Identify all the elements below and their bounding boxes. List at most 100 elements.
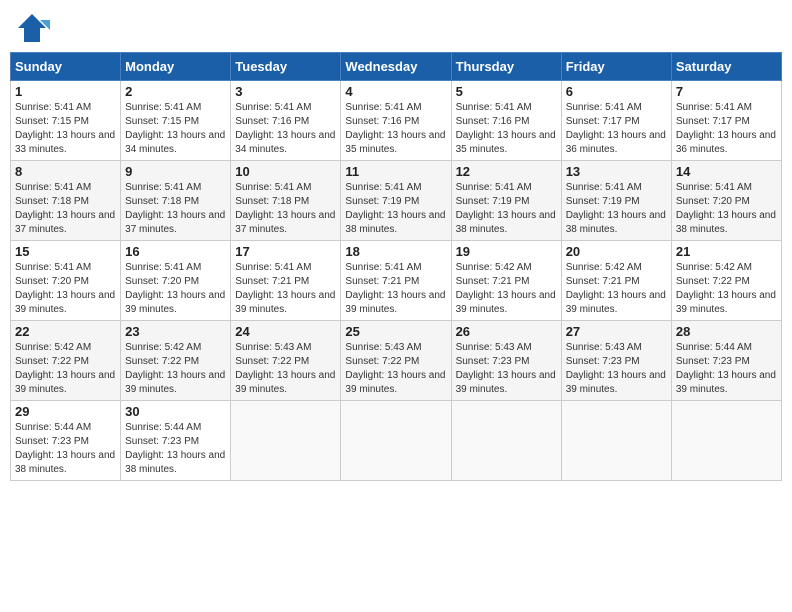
day-info: Sunrise: 5:43 AMSunset: 7:22 PMDaylight:… <box>345 341 446 397</box>
calendar-cell: 6Sunrise: 5:41 AMSunset: 7:17 PMDaylight… <box>561 81 671 161</box>
calendar-cell: 13Sunrise: 5:41 AMSunset: 7:19 PMDayligh… <box>561 161 671 241</box>
day-number: 5 <box>456 84 557 99</box>
day-number: 1 <box>15 84 116 99</box>
day-info: Sunrise: 5:41 AMSunset: 7:15 PMDaylight:… <box>15 101 116 157</box>
calendar-week-3: 15 Sunrise: 5:41 AMSunset: 7:20 PMDayligh… <box>11 241 782 321</box>
weekday-wednesday: Wednesday <box>341 53 451 81</box>
day-number: 8 <box>15 164 116 179</box>
day-number: 23 <box>125 324 226 339</box>
calendar-cell: 16 Sunrise: 5:41 AMSunset: 7:20 PMDayligh… <box>121 241 231 321</box>
day-number: 30 <box>125 404 226 419</box>
calendar-week-5: 29 Sunrise: 5:44 AMSunset: 7:23 PMDayligh… <box>11 401 782 481</box>
calendar-week-2: 8 Sunrise: 5:41 AMSunset: 7:18 PMDaylight… <box>11 161 782 241</box>
weekday-sunday: Sunday <box>11 53 121 81</box>
day-number: 24 <box>235 324 336 339</box>
calendar-cell <box>671 401 781 481</box>
weekday-friday: Friday <box>561 53 671 81</box>
day-number: 29 <box>15 404 116 419</box>
day-info: Sunrise: 5:41 AMSunset: 7:16 PMDaylight:… <box>235 101 336 157</box>
day-info: Sunrise: 5:41 AMSunset: 7:18 PMDaylight:… <box>125 181 226 237</box>
day-info: Sunrise: 5:41 AMSunset: 7:16 PMDaylight:… <box>456 101 557 157</box>
day-info: Sunrise: 5:42 AMSunset: 7:22 PMDaylight:… <box>676 261 777 317</box>
day-number: 20 <box>566 244 667 259</box>
calendar-cell: 20 Sunrise: 5:42 AMSunset: 7:21 PMDayligh… <box>561 241 671 321</box>
page-header <box>10 10 782 46</box>
day-info: Sunrise: 5:42 AMSunset: 7:21 PMDaylight:… <box>566 261 667 317</box>
day-info: Sunrise: 5:42 AMSunset: 7:22 PMDaylight:… <box>15 341 116 397</box>
calendar-cell <box>341 401 451 481</box>
calendar-cell: 11 Sunrise: 5:41 AMSunset: 7:19 PMDayligh… <box>341 161 451 241</box>
calendar-cell: 19 Sunrise: 5:42 AMSunset: 7:21 PMDayligh… <box>451 241 561 321</box>
day-number: 16 <box>125 244 226 259</box>
calendar-cell: 1 Sunrise: 5:41 AMSunset: 7:15 PMDaylight… <box>11 81 121 161</box>
day-number: 15 <box>15 244 116 259</box>
weekday-tuesday: Tuesday <box>231 53 341 81</box>
day-info: Sunrise: 5:41 AMSunset: 7:17 PMDaylight:… <box>676 101 777 157</box>
day-number: 2 <box>125 84 226 99</box>
calendar-cell: 29 Sunrise: 5:44 AMSunset: 7:23 PMDayligh… <box>11 401 121 481</box>
day-info: Sunrise: 5:43 AMSunset: 7:23 PMDaylight:… <box>456 341 557 397</box>
calendar-cell: 10 Sunrise: 5:41 AMSunset: 7:18 PMDayligh… <box>231 161 341 241</box>
calendar-cell: 12 Sunrise: 5:41 AMSunset: 7:19 PMDayligh… <box>451 161 561 241</box>
day-number: 7 <box>676 84 777 99</box>
day-number: 11 <box>345 164 446 179</box>
day-info: Sunrise: 5:41 AMSunset: 7:19 PMDaylight:… <box>345 181 446 237</box>
day-info: Sunrise: 5:41 AMSunset: 7:18 PMDaylight:… <box>235 181 336 237</box>
day-info: Sunrise: 5:41 AMSunset: 7:16 PMDaylight:… <box>345 101 446 157</box>
calendar-cell: 14Sunrise: 5:41 AMSunset: 7:20 PMDayligh… <box>671 161 781 241</box>
calendar-cell: 7 Sunrise: 5:41 AMSunset: 7:17 PMDaylight… <box>671 81 781 161</box>
calendar-cell: 23 Sunrise: 5:42 AMSunset: 7:22 PMDayligh… <box>121 321 231 401</box>
weekday-thursday: Thursday <box>451 53 561 81</box>
calendar-cell: 9 Sunrise: 5:41 AMSunset: 7:18 PMDaylight… <box>121 161 231 241</box>
calendar-cell <box>561 401 671 481</box>
weekday-saturday: Saturday <box>671 53 781 81</box>
calendar-cell: 27 Sunrise: 5:43 AMSunset: 7:23 PMDayligh… <box>561 321 671 401</box>
calendar-cell <box>231 401 341 481</box>
day-info: Sunrise: 5:41 AMSunset: 7:21 PMDaylight:… <box>345 261 446 317</box>
day-number: 25 <box>345 324 446 339</box>
day-info: Sunrise: 5:44 AMSunset: 7:23 PMDaylight:… <box>15 421 116 477</box>
day-info: Sunrise: 5:41 AMSunset: 7:19 PMDaylight:… <box>456 181 557 237</box>
day-info: Sunrise: 5:43 AMSunset: 7:22 PMDaylight:… <box>235 341 336 397</box>
weekday-header-row: SundayMondayTuesdayWednesdayThursdayFrid… <box>11 53 782 81</box>
calendar-cell: 26Sunrise: 5:43 AMSunset: 7:23 PMDayligh… <box>451 321 561 401</box>
day-number: 13 <box>566 164 667 179</box>
day-info: Sunrise: 5:42 AMSunset: 7:21 PMDaylight:… <box>456 261 557 317</box>
day-info: Sunrise: 5:41 AMSunset: 7:20 PMDaylight:… <box>125 261 226 317</box>
day-number: 17 <box>235 244 336 259</box>
day-info: Sunrise: 5:42 AMSunset: 7:22 PMDaylight:… <box>125 341 226 397</box>
day-number: 12 <box>456 164 557 179</box>
day-number: 3 <box>235 84 336 99</box>
day-number: 4 <box>345 84 446 99</box>
day-number: 9 <box>125 164 226 179</box>
calendar-cell: 22 Sunrise: 5:42 AMSunset: 7:22 PMDayligh… <box>11 321 121 401</box>
calendar-cell: 24 Sunrise: 5:43 AMSunset: 7:22 PMDayligh… <box>231 321 341 401</box>
calendar-cell: 17 Sunrise: 5:41 AMSunset: 7:21 PMDayligh… <box>231 241 341 321</box>
calendar-cell: 3 Sunrise: 5:41 AMSunset: 7:16 PMDaylight… <box>231 81 341 161</box>
calendar-cell: 18 Sunrise: 5:41 AMSunset: 7:21 PMDayligh… <box>341 241 451 321</box>
day-info: Sunrise: 5:41 AMSunset: 7:20 PMDaylight:… <box>15 261 116 317</box>
weekday-monday: Monday <box>121 53 231 81</box>
calendar-cell: 25 Sunrise: 5:43 AMSunset: 7:22 PMDayligh… <box>341 321 451 401</box>
day-number: 14 <box>676 164 777 179</box>
calendar-week-4: 22 Sunrise: 5:42 AMSunset: 7:22 PMDayligh… <box>11 321 782 401</box>
logo <box>14 10 54 46</box>
day-number: 19 <box>456 244 557 259</box>
day-number: 10 <box>235 164 336 179</box>
calendar-cell: 30 Sunrise: 5:44 AMSunset: 7:23 PMDayligh… <box>121 401 231 481</box>
calendar-cell: 21Sunrise: 5:42 AMSunset: 7:22 PMDayligh… <box>671 241 781 321</box>
calendar-cell: 4 Sunrise: 5:41 AMSunset: 7:16 PMDaylight… <box>341 81 451 161</box>
calendar-cell: 28Sunrise: 5:44 AMSunset: 7:23 PMDayligh… <box>671 321 781 401</box>
calendar-cell <box>451 401 561 481</box>
day-number: 22 <box>15 324 116 339</box>
day-info: Sunrise: 5:41 AMSunset: 7:21 PMDaylight:… <box>235 261 336 317</box>
day-info: Sunrise: 5:44 AMSunset: 7:23 PMDaylight:… <box>125 421 226 477</box>
day-number: 18 <box>345 244 446 259</box>
day-number: 27 <box>566 324 667 339</box>
calendar-cell: 15 Sunrise: 5:41 AMSunset: 7:20 PMDayligh… <box>11 241 121 321</box>
calendar-table: SundayMondayTuesdayWednesdayThursdayFrid… <box>10 52 782 481</box>
day-info: Sunrise: 5:43 AMSunset: 7:23 PMDaylight:… <box>566 341 667 397</box>
day-info: Sunrise: 5:41 AMSunset: 7:17 PMDaylight:… <box>566 101 667 157</box>
day-info: Sunrise: 5:41 AMSunset: 7:18 PMDaylight:… <box>15 181 116 237</box>
calendar-cell: 2Sunrise: 5:41 AMSunset: 7:15 PMDaylight… <box>121 81 231 161</box>
